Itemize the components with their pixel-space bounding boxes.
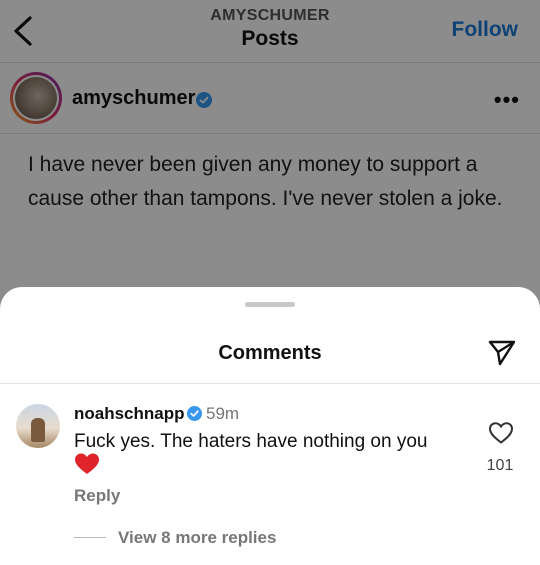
reply-button[interactable]: Reply (74, 486, 120, 506)
comment-timestamp: 59m (206, 404, 240, 423)
comment-avatar[interactable] (16, 404, 60, 448)
replies-divider-line (74, 537, 106, 538)
share-send-icon[interactable] (486, 336, 518, 368)
sheet-grabber[interactable] (245, 302, 295, 307)
comments-sheet: Comments noahschnapp 59m Fuck yes. The h… (0, 287, 540, 565)
sheet-title: Comments (218, 342, 322, 364)
comment-username[interactable]: noahschnapp (74, 404, 185, 424)
view-more-replies-button[interactable]: View 8 more replies (118, 528, 276, 548)
divider (0, 383, 540, 384)
verified-badge-icon (187, 406, 202, 421)
like-count: 101 (486, 457, 514, 474)
red-heart-emoji-icon (75, 453, 99, 474)
comment-text: Fuck yes. The haters have nothing on you (74, 431, 428, 452)
like-heart-icon[interactable] (488, 421, 514, 445)
